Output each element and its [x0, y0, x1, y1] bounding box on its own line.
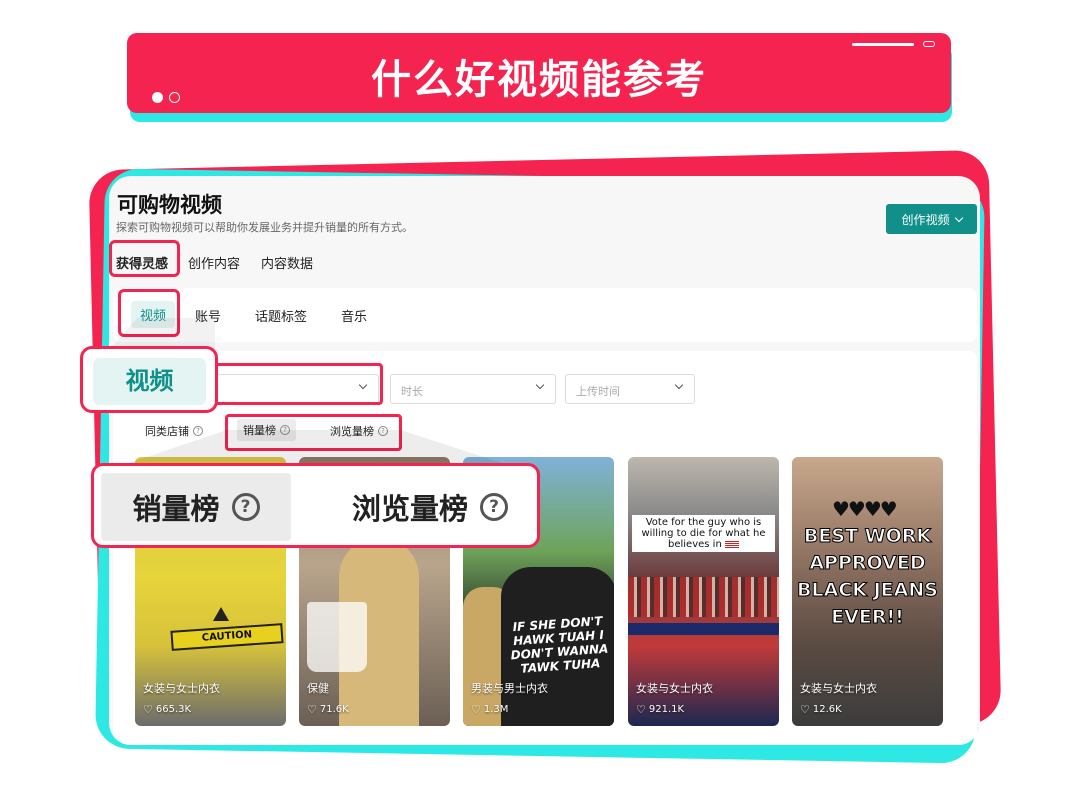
video-category: 男装与男士内衣 [471, 682, 548, 695]
video-overlay-text: Vote for the guy who is willing to die f… [641, 517, 766, 550]
chevron-down-icon [535, 380, 545, 390]
video-category: 女装与女士内衣 [800, 682, 877, 695]
video-likes-count: 12.6K [812, 704, 842, 715]
heart-glasses-icon: ♥♥♥♥ [832, 497, 898, 521]
video-likes-count: 71.6K [319, 704, 349, 715]
highlight-get-inspiration [109, 240, 180, 277]
zoom-sales-rank-label: 销量榜 [132, 492, 220, 526]
video-likes-count: 1.3M [483, 704, 509, 715]
heart-outline-icon: ♡ [471, 703, 481, 716]
zoom-sales-rank: 销量榜 ? [101, 473, 291, 541]
video-likes-count: 665.3K [155, 704, 192, 715]
heart-outline-icon: ♡ [307, 703, 317, 716]
sub-tab-music[interactable]: 音乐 [341, 306, 367, 325]
video-overlay-text: IF SHE DON'T HAWK TUAH I DON'T WANNA TAW… [510, 613, 609, 676]
tab-create-content[interactable]: 创作内容 [188, 253, 240, 272]
duration-select[interactable]: 时长 [390, 374, 556, 404]
video-thumbnail-strip [628, 623, 779, 635]
warning-sign-icon [213, 607, 229, 621]
video-card[interactable]: ♥♥♥♥ BEST WORK APPROVED BLACK JEANS EVER… [792, 457, 943, 726]
flag-icon [724, 540, 739, 548]
help-icon[interactable]: ? [193, 426, 203, 436]
video-overlay-caption: Vote for the guy who is willing to die f… [632, 515, 775, 552]
video-category: 保健 [307, 682, 329, 695]
heart-outline-icon: ♡ [636, 703, 646, 716]
video-likes: ♡ 1.3M [471, 703, 508, 716]
video-likes-count: 921.1K [648, 704, 685, 715]
banner-decoration-line [852, 43, 914, 46]
banner-decoration-pill [923, 41, 935, 47]
heart-outline-icon: ♡ [143, 703, 153, 716]
video-overlay-text: CAUTION [170, 623, 284, 651]
page-subtitle: 探索可购物视频可以帮助你发展业务并提升销量的所有方式。 [116, 221, 413, 234]
page-title: 可购物视频 [117, 193, 222, 217]
duration-placeholder: 时长 [401, 385, 423, 398]
create-video-button[interactable]: 创作视频 [886, 204, 977, 234]
help-icon: ? [231, 493, 260, 521]
video-thumbnail-cup [307, 602, 367, 672]
zoom-views-rank: 浏览量榜 ? [352, 473, 532, 541]
help-icon: ? [480, 493, 509, 521]
chevron-down-icon [674, 380, 684, 390]
rank-similar-shops-label: 同类店铺 [145, 425, 189, 438]
pager-dot [169, 92, 180, 103]
video-card[interactable]: Vote for the guy who is willing to die f… [628, 457, 779, 726]
zoom-views-rank-label: 浏览量榜 [352, 492, 469, 526]
upload-time-select[interactable]: 上传时间 [565, 374, 695, 404]
video-likes: ♡ 71.6K [307, 703, 349, 716]
create-video-label: 创作视频 [901, 212, 950, 227]
zoom-callout-rankings: 销量榜 ? 浏览量榜 ? [91, 463, 540, 548]
video-overlay-text: BEST WORK APPROVED BLACK JEANS EVER!! [797, 525, 939, 629]
sub-tab-hashtag[interactable]: 话题标签 [255, 306, 307, 325]
video-thumbnail-crowd [628, 577, 779, 617]
banner-title: 什么好视频能参考 [371, 57, 707, 103]
zoom-video-tab-label: 视频 [93, 358, 206, 405]
video-likes: ♡ 665.3K [143, 703, 191, 716]
zoom-callout-video-tab: 视频 [80, 346, 218, 413]
title-banner: 什么好视频能参考 [127, 33, 951, 113]
video-category: 女装与女士内衣 [636, 682, 713, 695]
upload-time-placeholder: 上传时间 [576, 385, 620, 398]
rank-similar-shops[interactable]: 同类店铺 ? [145, 423, 203, 439]
video-category: 女装与女士内衣 [143, 682, 220, 695]
chevron-down-icon [954, 213, 963, 222]
video-likes: ♡ 12.6K [800, 703, 842, 716]
video-likes: ♡ 921.1K [636, 703, 684, 716]
highlight-category-select [205, 363, 383, 405]
sub-tab-panel: 视频 账号 话题标签 音乐 [113, 288, 977, 342]
pager-dot-active [152, 92, 163, 103]
heart-outline-icon: ♡ [800, 703, 810, 716]
tab-content-data[interactable]: 内容数据 [261, 253, 313, 272]
